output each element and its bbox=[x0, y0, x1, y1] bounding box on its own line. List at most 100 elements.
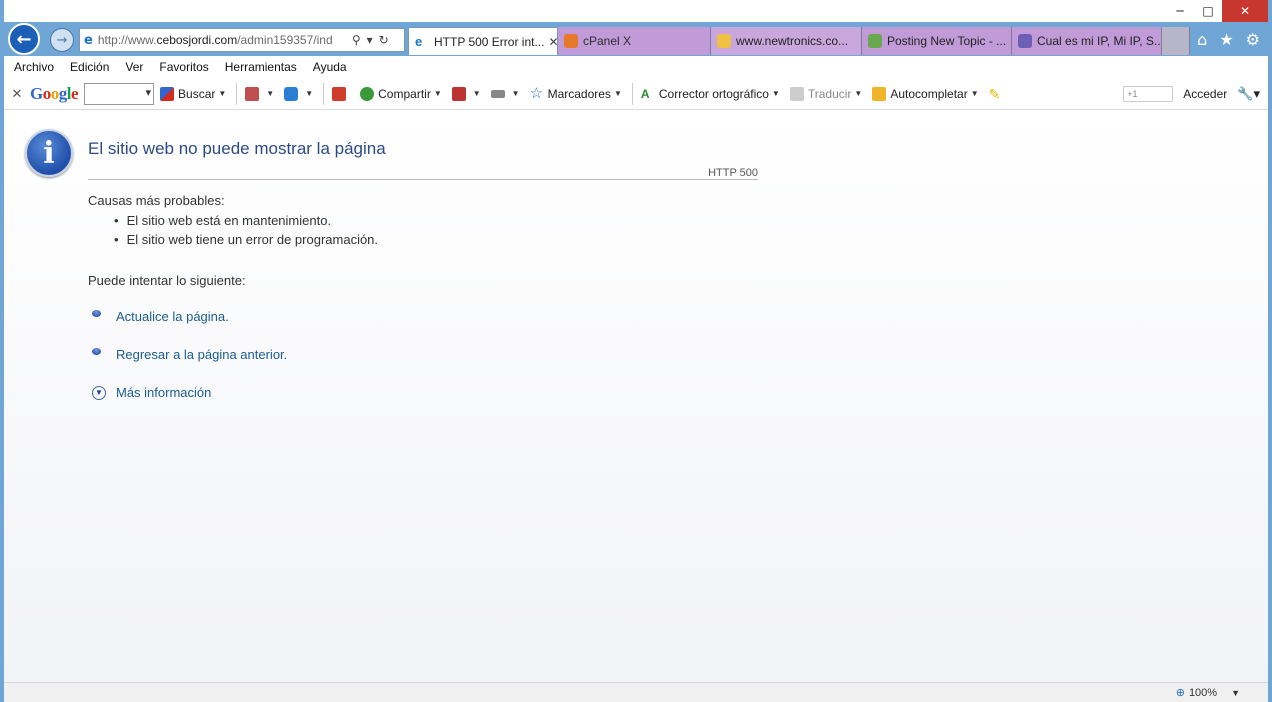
refresh-icon[interactable]: ↻ bbox=[379, 33, 389, 47]
url-text[interactable]: http://www.cebosjordi.com/admin159357/in… bbox=[98, 33, 346, 47]
new-tab-button[interactable] bbox=[1162, 27, 1190, 55]
separator bbox=[631, 82, 633, 105]
arrow-left-icon: ← bbox=[16, 28, 32, 50]
home-icon[interactable]: ⌂ bbox=[1197, 30, 1207, 49]
star-outline-icon: ☆ bbox=[529, 84, 544, 102]
page-title: El sitio web no puede mostrar la página bbox=[88, 139, 386, 158]
separator bbox=[236, 82, 238, 105]
highlighter-icon: ✎ bbox=[988, 85, 1001, 102]
forum-icon bbox=[868, 34, 882, 48]
gear-icon[interactable]: ⚙ bbox=[1246, 30, 1260, 49]
refresh-link[interactable]: Actualice la página. bbox=[92, 309, 229, 324]
keyboard-button[interactable]: ▼ bbox=[490, 89, 520, 98]
cpanel-icon bbox=[564, 34, 578, 48]
cip-icon bbox=[1018, 34, 1032, 48]
dropdown-arrow-icon[interactable]: ▾ bbox=[367, 33, 373, 47]
tab-cpanel[interactable]: cPanel X bbox=[558, 27, 711, 55]
menu-ayuda[interactable]: Ayuda bbox=[313, 60, 347, 74]
close-button[interactable]: ✕ bbox=[1222, 0, 1268, 22]
google-toolbar: ✕ Google Buscar▼ ▼ ▼ Compartir▼ ▼ ▼ ☆Mar… bbox=[4, 78, 1268, 110]
autofill-pencil-icon bbox=[872, 86, 887, 101]
menu-favoritos[interactable]: Favoritos bbox=[159, 60, 208, 74]
bullet-icon bbox=[92, 310, 101, 317]
share-icon bbox=[360, 86, 375, 101]
highlighter-button[interactable]: ✎ bbox=[989, 87, 1007, 101]
tab-cual-es-mi-ip[interactable]: Cual es mi IP, Mi IP, S... bbox=[1012, 27, 1162, 55]
tab-label: www.newtronics.co... bbox=[736, 34, 849, 48]
popup-blocker-button[interactable]: ▼ bbox=[451, 86, 481, 101]
back-link[interactable]: Regresar a la página anterior. bbox=[92, 347, 287, 362]
add-button[interactable]: ▼ bbox=[284, 86, 313, 101]
google-logo: Google bbox=[30, 83, 79, 103]
autofill-button[interactable]: Autocompletar ▼ bbox=[872, 86, 979, 101]
popup-blocker-icon bbox=[451, 86, 466, 101]
address-bar[interactable]: e http://www.cebosjordi.com/admin159357/… bbox=[79, 28, 405, 52]
google-search-icon bbox=[160, 86, 175, 101]
bookmarks-button[interactable]: ☆ Marcadores ▼ bbox=[529, 84, 622, 102]
translate-button[interactable]: Traducir ▼ bbox=[789, 86, 862, 101]
navigation-bar: ← → e http://www.cebosjordi.com/admin159… bbox=[4, 22, 1268, 56]
info-icon: i bbox=[25, 129, 73, 177]
bullet-icon bbox=[92, 348, 101, 355]
page-content: i El sitio web no puede mostrar la págin… bbox=[4, 111, 1268, 682]
window-controls: ─ □ ✕ bbox=[1166, 0, 1268, 22]
tab-posting-new-topic[interactable]: Posting New Topic - ... bbox=[862, 27, 1012, 55]
zoom-icon: ⊕ bbox=[1175, 687, 1185, 699]
tab-label: cPanel X bbox=[583, 34, 632, 48]
separator bbox=[323, 82, 325, 105]
list-item: El sitio web tiene un error de programac… bbox=[114, 232, 378, 251]
google-search-input[interactable] bbox=[84, 82, 155, 105]
minimize-button[interactable]: ─ bbox=[1166, 0, 1194, 22]
menu-edicion[interactable]: Edición bbox=[70, 60, 109, 74]
toolbar-right: +1 Acceder 🔧▾ bbox=[1123, 85, 1268, 102]
menu-ver[interactable]: Ver bbox=[125, 60, 143, 74]
chevron-down-icon[interactable]: ▼ bbox=[92, 385, 106, 400]
keyboard-icon bbox=[490, 89, 505, 98]
wrench-icon[interactable]: 🔧▾ bbox=[1237, 86, 1260, 102]
tab-label: Cual es mi IP, Mi IP, S... bbox=[1037, 34, 1162, 48]
buscar-button[interactable]: Buscar ▼ bbox=[160, 86, 226, 101]
back-button[interactable]: ← bbox=[8, 23, 40, 55]
ie-page-icon: e bbox=[84, 32, 93, 48]
phpmyadmin-icon bbox=[717, 34, 731, 48]
tab-strip: e HTTP 500 Error int... ✕ cPanel X www.n… bbox=[408, 27, 1190, 55]
maximize-button[interactable]: □ bbox=[1194, 0, 1222, 22]
translate-icon bbox=[789, 86, 804, 101]
tab-http-500[interactable]: e HTTP 500 Error int... ✕ bbox=[408, 27, 558, 55]
page-options-button[interactable]: ▼ bbox=[245, 86, 274, 101]
search-icon[interactable]: ⚲ bbox=[352, 33, 361, 47]
google-plus-button[interactable] bbox=[332, 86, 350, 101]
signin-button[interactable]: Acceder bbox=[1183, 87, 1227, 101]
browser-window: ─ □ ✕ ← → e http://www.cebosjordi.com/ad… bbox=[0, 0, 1272, 702]
tab-newtronics[interactable]: www.newtronics.co... bbox=[711, 27, 862, 55]
zoom-control[interactable]: ⊕ 100% ▼ bbox=[1175, 686, 1240, 700]
right-nav-icons: ⌂ ★ ⚙ bbox=[1197, 30, 1260, 49]
share-button[interactable]: Compartir ▼ bbox=[360, 86, 442, 101]
plus-icon bbox=[284, 86, 299, 101]
tab-label: HTTP 500 Error int... bbox=[434, 34, 545, 49]
page-icon bbox=[245, 86, 260, 101]
plus-one-button[interactable]: +1 bbox=[1123, 85, 1174, 102]
tab-label: Posting New Topic - ... bbox=[887, 34, 1007, 48]
google-plus-icon bbox=[332, 86, 347, 101]
tab-close-icon[interactable]: ✕ bbox=[544, 35, 557, 49]
close-toolbar-icon[interactable]: ✕ bbox=[4, 86, 30, 102]
status-bar: ⊕ 100% ▼ bbox=[4, 682, 1268, 702]
forward-button[interactable]: → bbox=[50, 28, 74, 52]
error-code: HTTP 500 bbox=[708, 167, 758, 179]
chevron-down-icon[interactable]: ▼ bbox=[1231, 688, 1240, 698]
spellcheck-icon: A bbox=[640, 86, 650, 101]
arrow-right-icon: → bbox=[56, 32, 68, 48]
star-icon[interactable]: ★ bbox=[1219, 30, 1233, 49]
spellcheck-button[interactable]: A Corrector ortográfico ▼ bbox=[641, 87, 780, 101]
menu-archivo[interactable]: Archivo bbox=[14, 60, 54, 74]
more-info-link[interactable]: ▼ Más información bbox=[92, 385, 211, 400]
causes-heading: Causas más probables: bbox=[88, 193, 225, 208]
ie-page-icon: e bbox=[415, 33, 423, 49]
title-divider bbox=[88, 179, 758, 180]
causes-list: El sitio web está en mantenimiento. El s… bbox=[114, 213, 378, 251]
menu-bar: Archivo Edición Ver Favoritos Herramient… bbox=[4, 56, 1268, 78]
list-item: El sitio web está en mantenimiento. bbox=[114, 213, 378, 232]
menu-herramientas[interactable]: Herramientas bbox=[225, 60, 297, 74]
try-heading: Puede intentar lo siguiente: bbox=[88, 273, 246, 288]
